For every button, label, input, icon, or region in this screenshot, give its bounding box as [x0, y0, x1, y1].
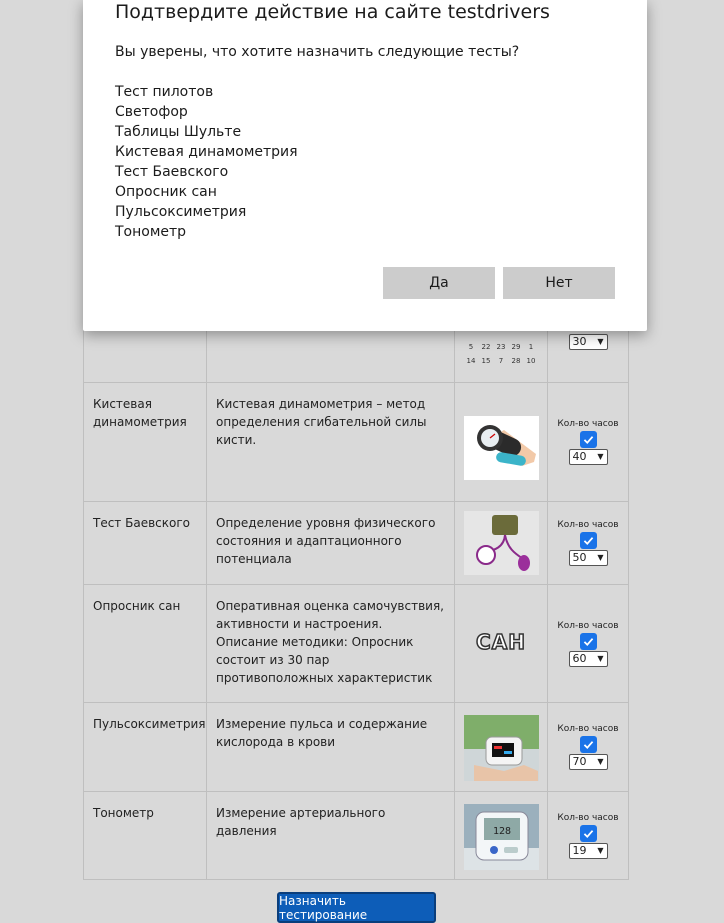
list-item: Таблицы Шульте — [115, 124, 242, 140]
test-image-cell — [454, 382, 548, 502]
test-checkbox[interactable] — [579, 632, 597, 650]
hours-cell: Кол-во часов 60 ▼ — [547, 584, 629, 703]
table-row: Пульсоксиметрия Измерение пульса и содер… — [83, 702, 629, 792]
list-item: Тонометр — [115, 224, 187, 240]
hours-select[interactable]: 19 ▼ — [568, 842, 608, 859]
hours-cell: Кол-во часов 40 ▼ — [547, 382, 629, 502]
dialog-question: Вы уверены, что хотите назначить следующ… — [115, 44, 520, 60]
schulte-calendar-image: 5 22 23 29 1 14 15 7 28 10 — [456, 340, 547, 382]
hours-select-value: 30 — [572, 335, 587, 348]
list-item: Тест пилотов — [115, 84, 214, 100]
checkmark-icon — [583, 436, 593, 445]
hours-select-value: 60 — [572, 651, 587, 665]
svg-text:128: 128 — [492, 826, 510, 837]
tonometer-image: 128 — [463, 803, 539, 870]
test-image-cell — [454, 501, 548, 585]
test-name: Тест Баевского — [83, 501, 207, 585]
chevron-down-icon: ▼ — [597, 653, 604, 663]
table-row: Опросник сан Оперативная оценка самочувс… — [83, 584, 629, 703]
list-item: Пульсоксиметрия — [115, 204, 247, 220]
test-name: Кистевая динамометрия — [83, 382, 207, 502]
pulse-oximeter-image — [463, 715, 539, 781]
test-description: Кистевая динамометрия – метод определени… — [206, 382, 455, 502]
test-name: Опросник сан — [83, 584, 207, 703]
test-image-cell: САН — [454, 584, 548, 703]
test-description: Оперативная оценка самочувствия, активно… — [206, 584, 455, 703]
test-checkbox[interactable] — [579, 736, 597, 753]
hand-dynamometer-image — [463, 416, 539, 480]
hours-label: Кол-во часов — [557, 419, 619, 429]
calendar-cell: 22 — [481, 343, 491, 351]
test-checkbox[interactable] — [579, 431, 597, 448]
calendar-cell: 7 — [498, 357, 504, 365]
san-logo-image: САН — [475, 630, 526, 654]
list-item: Кистевая динамометрия — [115, 144, 298, 160]
table-row: Тонометр Измерение артериального давлени… — [83, 791, 629, 880]
test-checkbox[interactable] — [579, 532, 597, 549]
test-checkbox[interactable] — [579, 824, 597, 842]
hours-cell: Кол-во часов 70 ▼ — [547, 702, 629, 792]
calendar-cell: 29 — [511, 343, 521, 351]
hours-select[interactable]: 50 ▼ — [568, 550, 608, 566]
test-name: Пульсоксиметрия — [83, 702, 207, 792]
calendar-cell: 1 — [528, 343, 534, 351]
hours-select-value: 19 — [572, 843, 587, 857]
hours-select[interactable]: 40 ▼ — [568, 449, 608, 465]
test-description: Измерение артериального давления — [206, 791, 455, 880]
checkmark-icon — [583, 637, 593, 646]
test-name: Тонометр — [83, 791, 207, 880]
assign-testing-button[interactable]: Назначить тестирование — [277, 892, 436, 923]
hours-select-value: 70 — [572, 755, 587, 768]
hours-cell: Кол-во часов 50 ▼ — [547, 501, 629, 585]
table-row: Кистевая динамометрия Кистевая динамомет… — [83, 382, 629, 502]
calendar-cell: 15 — [481, 357, 491, 365]
hours-select-value: 50 — [572, 551, 587, 564]
hours-label: Кол-во часов — [557, 812, 619, 823]
hours-label: Кол-во часов — [557, 724, 619, 734]
calendar-cell: 23 — [496, 343, 506, 351]
tests-table: 5 22 23 29 1 14 15 7 28 10 30 ▼ Кистевая динамоме… — [83, 310, 629, 880]
test-description: Определение уровня физического состояния… — [206, 501, 455, 585]
test-description: Измерение пульса и содержание кислорода … — [206, 702, 455, 792]
hours-select[interactable]: 30 ▼ — [568, 334, 608, 350]
checkmark-icon — [583, 741, 593, 750]
hours-label: Кол-во часов — [557, 520, 619, 530]
calendar-cell: 14 — [466, 357, 476, 365]
hours-select[interactable]: 60 ▼ — [568, 650, 608, 667]
hours-select-value: 40 — [572, 450, 587, 463]
chevron-down-icon: ▼ — [597, 845, 604, 855]
dialog-test-list: Тест пилотов Светофор Таблицы Шульте Кис… — [115, 82, 298, 242]
sphygmomanometer-image — [463, 511, 539, 575]
calendar-cell: 10 — [526, 357, 536, 365]
checkmark-icon — [583, 537, 593, 546]
chevron-down-icon: ▼ — [597, 337, 604, 346]
yes-button[interactable]: Да — [383, 267, 495, 299]
confirm-dialog: Подтвердите действие на сайте testdriver… — [83, 0, 647, 331]
checkmark-icon — [583, 829, 593, 838]
list-item: Тест Баевского — [115, 164, 229, 180]
no-button[interactable]: Нет — [503, 267, 615, 299]
test-image-cell: 128 — [454, 791, 548, 880]
list-item: Опросник сан — [115, 184, 217, 200]
calendar-cell: 5 — [468, 343, 474, 351]
hours-label: Кол-во часов — [557, 620, 619, 631]
hours-cell: Кол-во часов 19 ▼ — [547, 791, 629, 880]
dialog-title: Подтвердите действие на сайте testdriver… — [115, 1, 550, 23]
calendar-cell: 28 — [511, 357, 521, 365]
list-item: Светофор — [115, 104, 188, 120]
hours-select[interactable]: 70 ▼ — [568, 754, 608, 770]
chevron-down-icon: ▼ — [597, 757, 604, 766]
chevron-down-icon: ▼ — [597, 553, 604, 562]
table-row: Тест Баевского Определение уровня физиче… — [83, 501, 629, 585]
test-image-cell — [454, 702, 548, 792]
chevron-down-icon: ▼ — [597, 452, 604, 461]
